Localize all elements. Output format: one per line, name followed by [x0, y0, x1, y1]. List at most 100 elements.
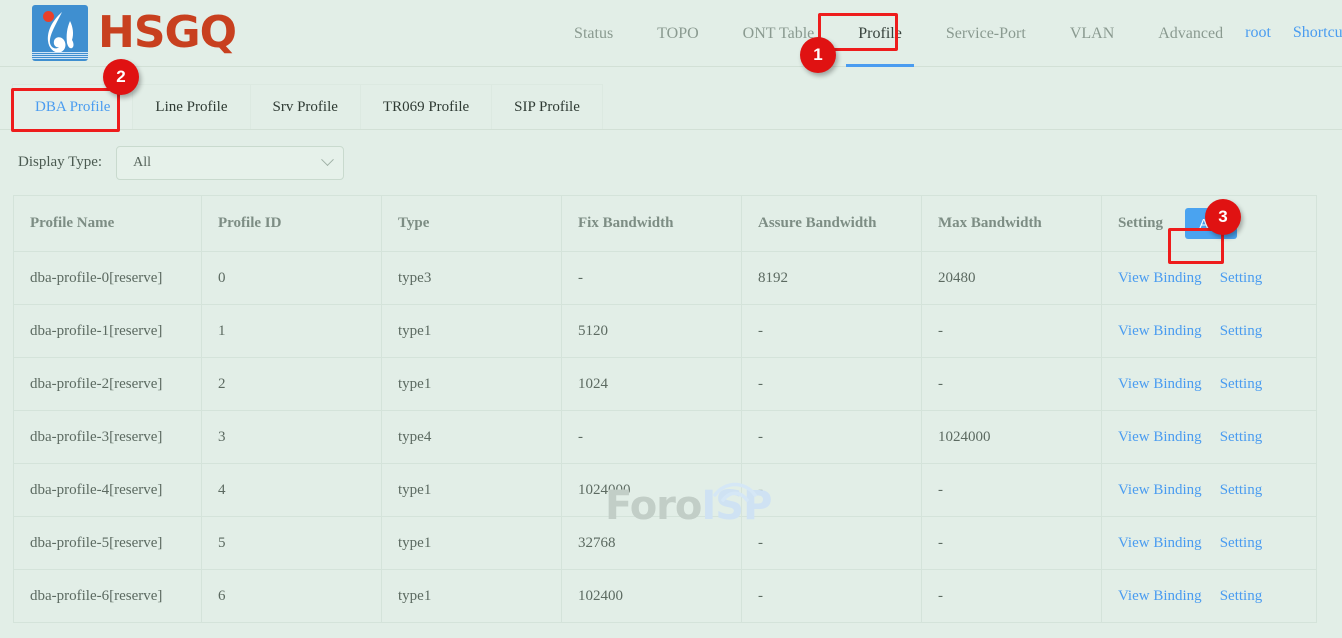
cell-max-bandwidth: -	[922, 358, 1102, 411]
subtab-sip-profile[interactable]: SIP Profile	[491, 84, 603, 129]
view-binding-link[interactable]: View Binding	[1118, 376, 1202, 393]
nav-item-vlan[interactable]: VLAN	[1048, 0, 1136, 67]
cell-fix-bandwidth: 32768	[562, 517, 742, 570]
cell-assure-bandwidth: -	[742, 570, 922, 623]
setting-link[interactable]: Setting	[1220, 429, 1263, 446]
cell-fix-bandwidth: 102400	[562, 570, 742, 623]
cell-setting-actions: View Binding Setting	[1102, 570, 1317, 623]
column-header-profile-name: Profile Name	[14, 196, 202, 252]
view-binding-link[interactable]: View Binding	[1118, 535, 1202, 552]
cell-setting-actions: View Binding Setting	[1102, 358, 1317, 411]
cell-fix-bandwidth: 1024	[562, 358, 742, 411]
column-header-setting: Setting Add	[1102, 196, 1317, 252]
cell-profile-id: 4	[202, 464, 382, 517]
table-row: dba-profile-1[reserve]1type15120--View B…	[14, 305, 1317, 358]
display-type-value: All	[133, 155, 323, 171]
cell-assure-bandwidth: -	[742, 517, 922, 570]
column-header-type: Type	[382, 196, 562, 252]
cell-type: type1	[382, 517, 562, 570]
column-header-setting-label: Setting	[1118, 215, 1163, 232]
cell-fix-bandwidth: 5120	[562, 305, 742, 358]
cell-type: type1	[382, 358, 562, 411]
view-binding-link[interactable]: View Binding	[1118, 482, 1202, 499]
column-header-profile-id: Profile ID	[202, 196, 382, 252]
cell-max-bandwidth: -	[922, 305, 1102, 358]
filter-row: Display Type: All	[0, 130, 1342, 195]
cell-profile-name: dba-profile-6[reserve]	[14, 570, 202, 623]
cell-profile-name: dba-profile-2[reserve]	[14, 358, 202, 411]
nav-item-advanced[interactable]: Advanced	[1136, 0, 1245, 67]
view-binding-link[interactable]: View Binding	[1118, 323, 1202, 340]
table-row: dba-profile-3[reserve]3type4--1024000Vie…	[14, 411, 1317, 464]
view-binding-link[interactable]: View Binding	[1118, 588, 1202, 605]
cell-type: type4	[382, 411, 562, 464]
setting-link[interactable]: Setting	[1220, 482, 1263, 499]
column-header-fix-bandwidth: Fix Bandwidth	[562, 196, 742, 252]
cell-assure-bandwidth: -	[742, 411, 922, 464]
nav-item-profile[interactable]: Profile	[836, 0, 924, 67]
setting-link[interactable]: Setting	[1220, 535, 1263, 552]
subtab-line-profile[interactable]: Line Profile	[132, 84, 250, 129]
cell-setting-actions: View Binding Setting	[1102, 464, 1317, 517]
setting-link[interactable]: Setting	[1220, 270, 1263, 287]
cell-max-bandwidth: -	[922, 517, 1102, 570]
cell-profile-id: 0	[202, 252, 382, 305]
cell-setting-actions: View Binding Setting	[1102, 517, 1317, 570]
cell-type: type1	[382, 464, 562, 517]
cell-profile-name: dba-profile-3[reserve]	[14, 411, 202, 464]
cell-assure-bandwidth: -	[742, 464, 922, 517]
nav-item-ont-table[interactable]: ONT Table	[721, 0, 837, 67]
cell-setting-actions: View Binding Setting	[1102, 252, 1317, 305]
subtab-srv-profile[interactable]: Srv Profile	[250, 84, 361, 129]
shortcut-label: Shortcut	[1293, 24, 1342, 42]
cell-profile-name: dba-profile-4[reserve]	[14, 464, 202, 517]
display-type-label: Display Type:	[18, 154, 102, 171]
nav-item-service-port[interactable]: Service-Port	[924, 0, 1048, 67]
view-binding-link[interactable]: View Binding	[1118, 429, 1202, 446]
nav-item-topo[interactable]: TOPO	[635, 0, 721, 67]
logo-stripes-icon	[32, 52, 88, 59]
subtab-tr069-profile[interactable]: TR069 Profile	[360, 84, 492, 129]
cell-assure-bandwidth: -	[742, 305, 922, 358]
user-menu-root[interactable]: root	[1245, 24, 1271, 42]
cell-profile-id: 1	[202, 305, 382, 358]
table-row: dba-profile-5[reserve]5type132768--View …	[14, 517, 1317, 570]
chevron-down-icon	[321, 153, 334, 166]
hsgq-logo-icon	[32, 5, 88, 61]
setting-link[interactable]: Setting	[1220, 588, 1263, 605]
cell-setting-actions: View Binding Setting	[1102, 305, 1317, 358]
cell-profile-id: 3	[202, 411, 382, 464]
cell-fix-bandwidth: -	[562, 411, 742, 464]
column-header-max-bandwidth: Max Bandwidth	[922, 196, 1102, 252]
display-type-select[interactable]: All	[116, 146, 344, 180]
subtab-dba-profile[interactable]: DBA Profile	[12, 84, 133, 129]
brand-name: HSGQ	[98, 11, 236, 55]
cell-setting-actions: View Binding Setting	[1102, 411, 1317, 464]
table-header-row: Profile Name Profile ID Type Fix Bandwid…	[14, 196, 1317, 252]
cell-fix-bandwidth: -	[562, 252, 742, 305]
table-row: dba-profile-6[reserve]6type1102400--View…	[14, 570, 1317, 623]
nav-item-status[interactable]: Status	[552, 0, 635, 67]
cell-profile-name: dba-profile-1[reserve]	[14, 305, 202, 358]
cell-profile-name: dba-profile-5[reserve]	[14, 517, 202, 570]
cell-profile-id: 2	[202, 358, 382, 411]
main-nav: Status TOPO ONT Table Profile Service-Po…	[552, 0, 1245, 67]
cell-assure-bandwidth: 8192	[742, 252, 922, 305]
cell-profile-id: 5	[202, 517, 382, 570]
brand: HSGQ	[32, 5, 236, 61]
setting-link[interactable]: Setting	[1220, 323, 1263, 340]
dba-profile-table: Profile Name Profile ID Type Fix Bandwid…	[13, 195, 1317, 623]
add-button[interactable]: Add	[1185, 208, 1237, 239]
cell-type: type3	[382, 252, 562, 305]
cell-assure-bandwidth: -	[742, 358, 922, 411]
cell-max-bandwidth: 20480	[922, 252, 1102, 305]
table-row: dba-profile-2[reserve]2type11024--View B…	[14, 358, 1317, 411]
cell-profile-id: 6	[202, 570, 382, 623]
cell-max-bandwidth: 1024000	[922, 411, 1102, 464]
view-binding-link[interactable]: View Binding	[1118, 270, 1202, 287]
setting-link[interactable]: Setting	[1220, 376, 1263, 393]
column-header-assure-bandwidth: Assure Bandwidth	[742, 196, 922, 252]
header-right-area: root Shortcut	[1245, 0, 1342, 67]
shortcut-menu[interactable]: Shortcut	[1293, 24, 1342, 42]
dba-profile-table-wrap: Profile Name Profile ID Type Fix Bandwid…	[13, 195, 1316, 623]
